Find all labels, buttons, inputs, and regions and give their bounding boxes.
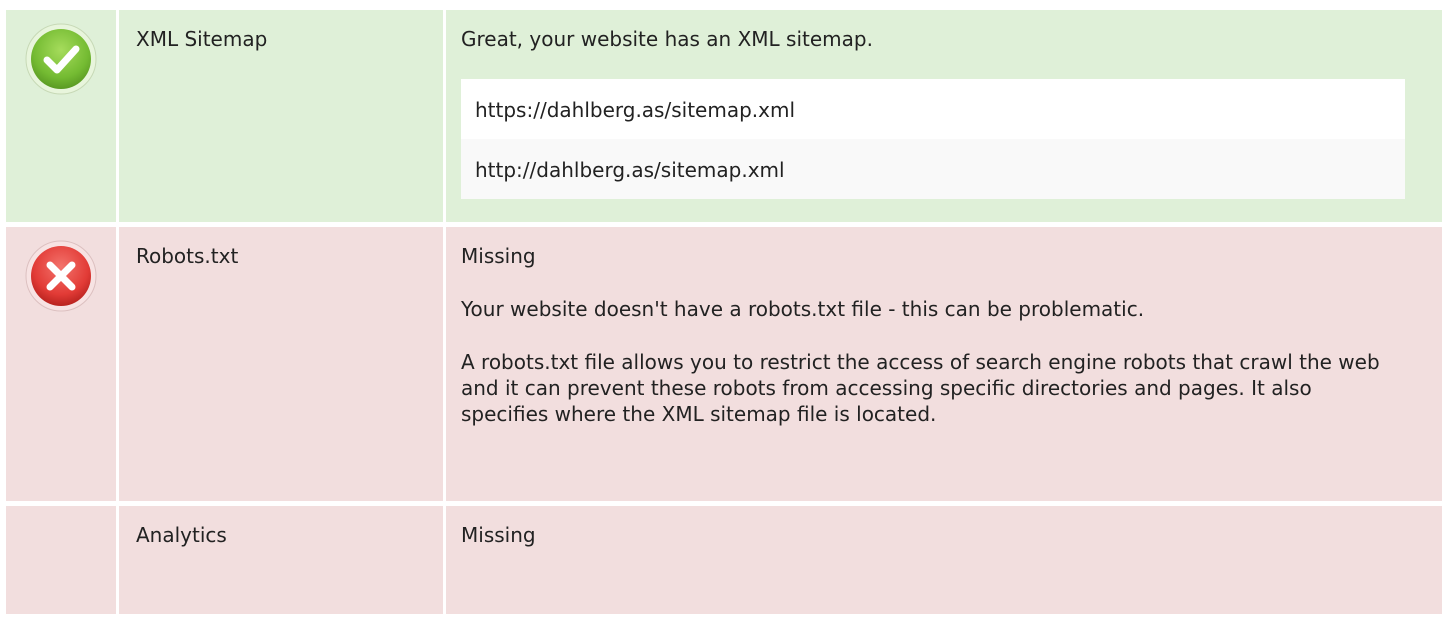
robots-status-cell <box>6 227 116 501</box>
x-icon <box>24 239 98 313</box>
sitemap-label: XML Sitemap <box>119 10 443 222</box>
sitemap-url-item: http://dahlberg.as/sitemap.xml <box>461 139 1405 199</box>
analytics-status-cell <box>6 506 116 614</box>
seo-report-table: XML Sitemap Great, your website has an X… <box>6 10 1442 614</box>
analytics-message: Missing <box>461 523 536 547</box>
sitemap-url-list: https://dahlberg.as/sitemap.xml http://d… <box>461 79 1405 199</box>
robots-detail: Your website doesn't have a robots.txt f… <box>461 297 1145 321</box>
analytics-content: Missing <box>446 506 1442 614</box>
robots-label: Robots.txt <box>119 227 443 501</box>
sitemap-message: Great, your website has an XML sitemap. <box>461 27 873 51</box>
robots-content: Missing Your website doesn't have a robo… <box>446 227 1442 501</box>
check-icon <box>24 22 98 96</box>
sitemap-content: Great, your website has an XML sitemap. … <box>446 10 1442 222</box>
robots-message: Missing <box>461 244 536 268</box>
analytics-row: Analytics Missing <box>6 506 1442 614</box>
analytics-label: Analytics <box>119 506 443 614</box>
sitemap-url-item: https://dahlberg.as/sitemap.xml <box>461 79 1405 139</box>
sitemap-row: XML Sitemap Great, your website has an X… <box>6 10 1442 222</box>
robots-row: Robots.txt Missing Your website doesn't … <box>6 227 1442 501</box>
robots-detail: A robots.txt file allows you to restrict… <box>461 350 1380 426</box>
sitemap-status-cell <box>6 10 116 222</box>
